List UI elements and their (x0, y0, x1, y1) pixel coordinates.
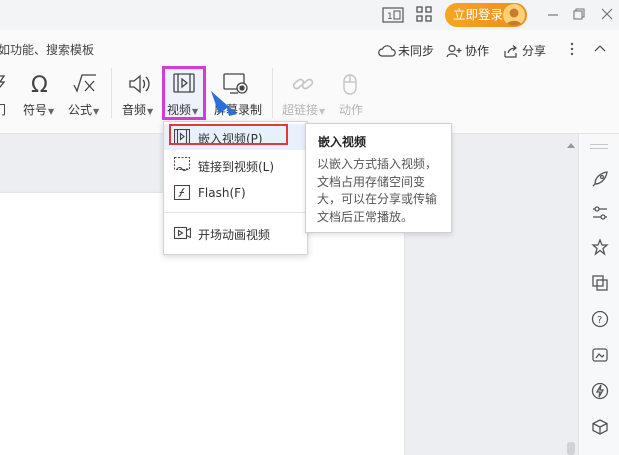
menu-item-intro-video[interactable]: 开场动画视频 (164, 220, 307, 246)
tooltip-body: 以嵌入方式插入视频，文档占用存储空间变大，可以在分享或传输文档后正常播放。 (317, 157, 438, 224)
menu-divider (164, 212, 307, 213)
flash-icon (174, 185, 190, 200)
reading-mode-icon[interactable]: 1 (382, 7, 404, 23)
action-label: 动作 (339, 103, 364, 117)
transform-icon[interactable] (591, 274, 609, 292)
pointer-arrow-icon (205, 86, 241, 122)
sync-label: 未同步 (398, 44, 435, 58)
svg-text:1: 1 (387, 12, 393, 22)
svg-text:?: ? (597, 315, 602, 326)
hyperlink-caret: ▼ (319, 107, 326, 116)
ribbon-divider (111, 68, 112, 118)
more-options-icon[interactable] (569, 42, 575, 56)
title-bar: 1 立即登录 (0, 0, 619, 30)
formula-icon (72, 73, 98, 95)
login-label: 立即登录 (453, 7, 504, 22)
close-icon[interactable] (600, 7, 614, 21)
video-icon (173, 73, 195, 93)
embed-highlight-box (169, 124, 288, 145)
formula-caret: ▼ (93, 107, 100, 116)
apps-grid-icon[interactable] (416, 6, 432, 22)
restore-icon[interactable] (572, 7, 586, 21)
video-label: 视频 (167, 103, 192, 117)
tooltip-title: 嵌入视频 (318, 135, 367, 149)
sync-status[interactable]: 未同步 (378, 42, 434, 59)
help-icon[interactable]: ? (591, 310, 609, 328)
embed-video-tooltip: 嵌入视频 以嵌入方式插入视频，文档占用存储空间变大，可以在分享或传输文档后正常播… (305, 123, 452, 233)
adjust-sliders-icon[interactable] (591, 204, 609, 222)
right-tool-panel: ? (578, 134, 619, 455)
collab-button[interactable]: 协作 (446, 42, 489, 59)
menu-item-flash[interactable]: Flash(F) (164, 180, 307, 206)
menu-item-label: 开场动画视频 (198, 228, 271, 242)
svg-text:Ω: Ω (31, 73, 48, 96)
feature-search-hint[interactable]: 如功能、搜索模板 (0, 41, 94, 58)
audio-caret: ▼ (147, 107, 154, 116)
audio-tool[interactable]: 音频▼ (120, 70, 158, 120)
image-edit-icon[interactable] (591, 346, 609, 364)
symbol-tool[interactable]: Ω 符号▼ (22, 70, 58, 120)
cube-icon[interactable] (591, 418, 609, 436)
menu-item-label: Flash(F) (198, 186, 246, 200)
intro-video-icon (174, 225, 191, 240)
rocket-icon[interactable] (591, 170, 609, 188)
menu-item-label: 链接到视频(L) (198, 160, 275, 174)
user-add-icon (446, 44, 462, 58)
star-icon[interactable] (591, 238, 609, 256)
link-video-icon (174, 157, 190, 173)
scroll-up-icon[interactable] (567, 142, 575, 148)
formula-tool[interactable]: 公式▼ (66, 70, 102, 120)
omega-icon: Ω (29, 72, 53, 96)
cloud-sync-icon (378, 44, 396, 58)
vertical-scrollbar[interactable] (564, 134, 578, 455)
ribbon-divider (272, 68, 273, 118)
partial-tool-icon[interactable] (0, 72, 8, 94)
menu-item-link-video[interactable]: 链接到视频(L) (164, 152, 307, 178)
mouse-icon (342, 72, 358, 96)
formula-label: 公式 (68, 103, 93, 117)
audio-label: 音频 (122, 103, 147, 117)
speed-icon[interactable] (591, 382, 609, 400)
symbol-label: 符号 (23, 103, 48, 117)
minimize-icon[interactable] (546, 7, 560, 21)
share-icon (503, 44, 519, 58)
partial-tool-label: 门 (0, 103, 7, 117)
video-tool[interactable]: 视频▼ (162, 66, 206, 120)
panel-grip (590, 144, 608, 145)
share-label: 分享 (522, 44, 547, 58)
symbol-caret: ▼ (48, 107, 55, 116)
scrollbar-thumb[interactable] (567, 442, 575, 455)
hyperlink-tool[interactable]: 超链接▼ (280, 70, 328, 120)
link-icon (291, 73, 315, 95)
video-dropdown-menu: 嵌入视频(P) 链接到视频(L) Flash(F) 开场动画视频 (163, 121, 308, 255)
speaker-icon (128, 73, 152, 95)
collapse-ribbon-icon[interactable] (593, 42, 607, 54)
panel-grip (590, 148, 608, 149)
collab-label: 协作 (465, 44, 490, 58)
share-button[interactable]: 分享 (503, 42, 546, 59)
action-tool[interactable]: 动作 (336, 70, 366, 120)
hyperlink-label: 超链接 (282, 103, 319, 117)
video-caret: ▼ (192, 107, 199, 116)
avatar[interactable] (503, 4, 525, 26)
